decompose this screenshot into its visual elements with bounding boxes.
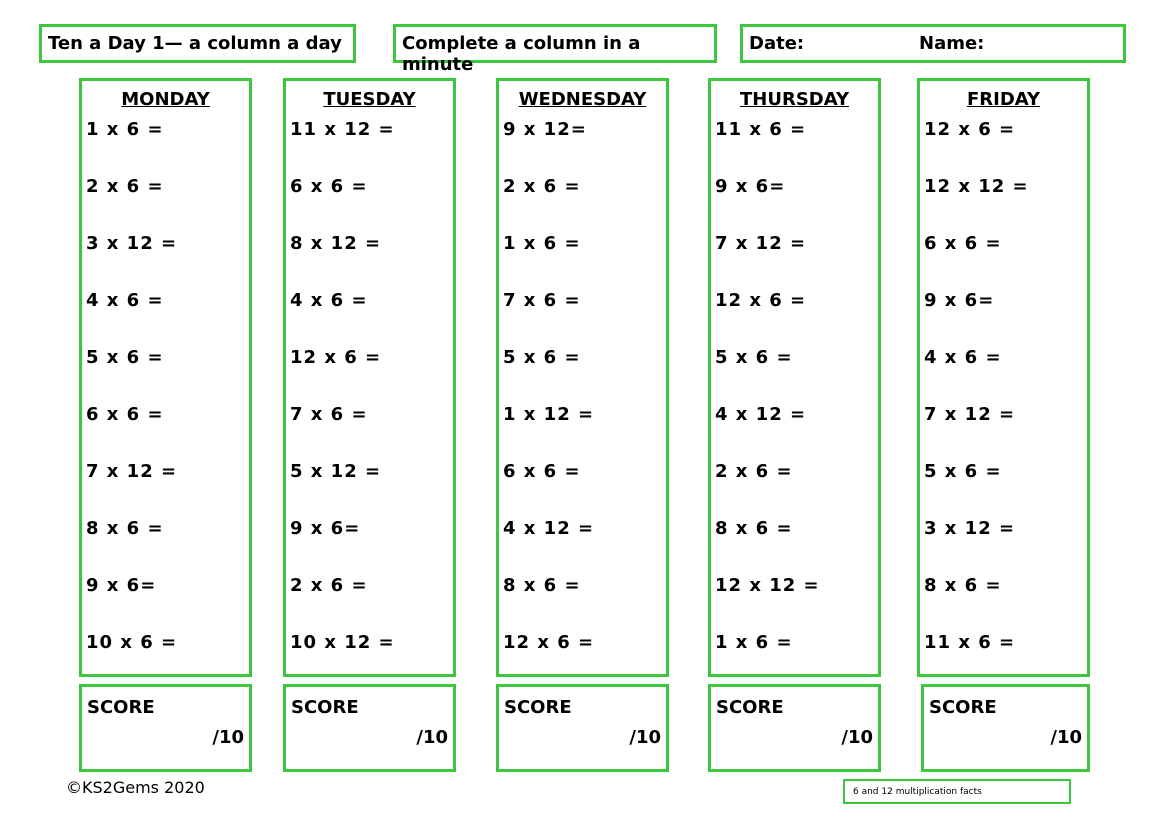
question: 7 x 12 =: [86, 461, 178, 482]
question: 12 x 6 =: [503, 632, 595, 653]
question: 11 x 6 =: [924, 632, 1016, 653]
topic-label: 6 and 12 multiplication facts: [843, 779, 1071, 804]
question: 4 x 6 =: [86, 290, 164, 311]
day-heading: TUESDAY: [286, 89, 453, 110]
question: 7 x 12 =: [715, 233, 807, 254]
day-label: FRIDAY: [966, 89, 1041, 110]
question: 1 x 6 =: [86, 119, 164, 140]
score-out-of: /10: [1050, 727, 1082, 748]
day-label: TUESDAY: [323, 89, 416, 110]
title-text: Ten a Day 1— a column a day: [48, 33, 342, 54]
day-label: WEDNESDAY: [518, 89, 647, 110]
score-label: SCORE: [716, 697, 784, 718]
question: 7 x 6 =: [503, 290, 581, 311]
question: 9 x 6=: [86, 575, 157, 596]
question: 9 x 12=: [503, 119, 587, 140]
score-out-of: /10: [841, 727, 873, 748]
score-box-friday: SCORE/10: [921, 684, 1090, 772]
column-tuesday: TUESDAY 11 x 12 = 6 x 6 = 8 x 12 = 4 x 6 = 12…: [283, 78, 456, 677]
question: 10 x 12 =: [290, 632, 395, 653]
question: 12 x 6 =: [290, 347, 382, 368]
question: 12 x 6 =: [715, 290, 807, 311]
score-label: SCORE: [929, 697, 997, 718]
score-out-of: /10: [416, 727, 448, 748]
question: 6 x 6 =: [86, 404, 164, 425]
date-label: Date:: [749, 33, 805, 54]
date-name-box: Date: Name:: [740, 24, 1126, 63]
question: 7 x 6 =: [290, 404, 368, 425]
score-box-tuesday: SCORE/10: [283, 684, 456, 772]
question: 9 x 6=: [924, 290, 995, 311]
question: 11 x 6 =: [715, 119, 807, 140]
day-label: THURSDAY: [740, 89, 849, 110]
question: 9 x 6=: [715, 176, 786, 197]
question: 8 x 6 =: [86, 518, 164, 539]
column-friday: FRIDAY 12 x 6 = 12 x 12 = 6 x 6 = 9 x 6= 4 x …: [917, 78, 1090, 677]
score-label: SCORE: [87, 697, 155, 718]
score-label: SCORE: [291, 697, 359, 718]
instruction-box: Complete a column in a minute: [393, 24, 717, 75]
score-label: SCORE: [504, 697, 572, 718]
question: 8 x 12 =: [290, 233, 382, 254]
day-heading: THURSDAY: [711, 89, 878, 110]
name-label: Name:: [919, 33, 985, 54]
question: 6 x 6 =: [290, 176, 368, 197]
question: 2 x 6 =: [86, 176, 164, 197]
question: 9 x 6=: [290, 518, 361, 539]
day-heading: MONDAY: [82, 89, 249, 110]
score-out-of: /10: [629, 727, 661, 748]
day-label: MONDAY: [121, 89, 210, 110]
question: 2 x 6 =: [503, 176, 581, 197]
question: 5 x 6 =: [715, 347, 793, 368]
question: 8 x 6 =: [503, 575, 581, 596]
score-box-monday: SCORE/10: [79, 684, 252, 772]
question: 6 x 6 =: [503, 461, 581, 482]
question: 10 x 6 =: [86, 632, 178, 653]
day-heading: FRIDAY: [920, 89, 1087, 110]
question: 5 x 12 =: [290, 461, 382, 482]
question: 2 x 6 =: [290, 575, 368, 596]
question: 4 x 6 =: [924, 347, 1002, 368]
question: 5 x 6 =: [503, 347, 581, 368]
question: 12 x 12 =: [924, 176, 1029, 197]
question: 1 x 12 =: [503, 404, 595, 425]
score-box-thursday: SCORE/10: [708, 684, 881, 772]
question: 7 x 12 =: [924, 404, 1016, 425]
question: 12 x 6 =: [924, 119, 1016, 140]
instruction-text: Complete a column in a minute: [402, 33, 641, 75]
column-monday: MONDAY 1 x 6 = 2 x 6 = 3 x 12 = 4 x 6 = 5 x 6…: [79, 78, 252, 677]
question: 4 x 12 =: [503, 518, 595, 539]
question: 6 x 6 =: [924, 233, 1002, 254]
question: 3 x 12 =: [86, 233, 178, 254]
worksheet-title: Ten a Day 1— a column a day: [39, 24, 356, 63]
question: 1 x 6 =: [715, 632, 793, 653]
column-wednesday: WEDNESDAY 9 x 12= 2 x 6 = 1 x 6 = 7 x 6 = 5 x…: [496, 78, 669, 677]
question: 2 x 6 =: [715, 461, 793, 482]
question: 3 x 12 =: [924, 518, 1016, 539]
copyright: ©KS2Gems 2020: [66, 778, 205, 797]
question: 5 x 6 =: [86, 347, 164, 368]
question: 5 x 6 =: [924, 461, 1002, 482]
question: 12 x 12 =: [715, 575, 820, 596]
day-heading: WEDNESDAY: [499, 89, 666, 110]
topic-text: 6 and 12 multiplication facts: [853, 787, 982, 797]
question: 8 x 6 =: [715, 518, 793, 539]
score-out-of: /10: [212, 727, 244, 748]
question: 4 x 12 =: [715, 404, 807, 425]
score-box-wednesday: SCORE/10: [496, 684, 669, 772]
question: 4 x 6 =: [290, 290, 368, 311]
question: 11 x 12 =: [290, 119, 395, 140]
question: 1 x 6 =: [503, 233, 581, 254]
question: 8 x 6 =: [924, 575, 1002, 596]
column-thursday: THURSDAY 11 x 6 = 9 x 6= 7 x 12 = 12 x 6 = 5 …: [708, 78, 881, 677]
